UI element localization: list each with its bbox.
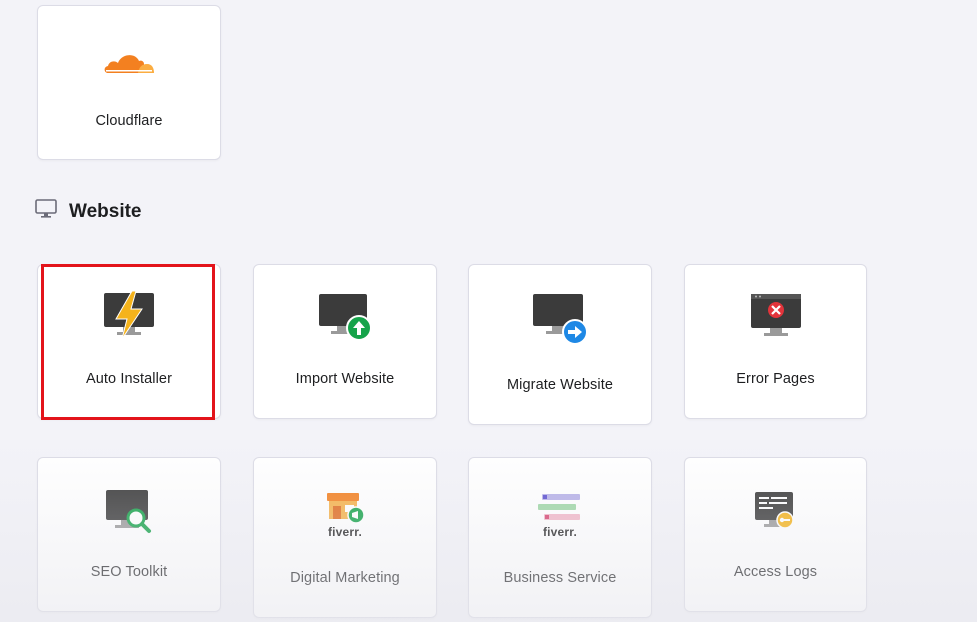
card-label: Auto Installer xyxy=(85,371,173,387)
digital-marketing-card[interactable]: fiverr. Digital Marketing xyxy=(253,457,437,618)
migrate-monitor-icon xyxy=(531,292,589,351)
access-logs-card[interactable]: Access Logs xyxy=(684,457,867,612)
card-label: Digital Marketing xyxy=(290,570,400,586)
card-label: Business Service xyxy=(503,570,617,586)
migrate-website-card[interactable]: Migrate Website xyxy=(468,264,652,425)
business-service-card[interactable]: fiverr. Business Service xyxy=(468,457,652,618)
cloudflare-icon xyxy=(102,46,156,81)
card-label: Migrate Website xyxy=(507,377,613,393)
auto-installer-card[interactable]: Auto Installer xyxy=(37,264,221,419)
website-section-header: Website xyxy=(35,199,142,224)
seo-toolkit-card[interactable]: SEO Toolkit xyxy=(37,457,221,612)
seo-monitor-icon xyxy=(104,488,154,541)
error-pages-card[interactable]: Error Pages xyxy=(684,264,867,419)
card-label: Cloudflare xyxy=(95,113,163,129)
cloudflare-card[interactable]: Cloudflare xyxy=(37,5,221,160)
import-website-card[interactable]: Import Website xyxy=(253,264,437,419)
import-monitor-icon xyxy=(317,292,373,347)
card-label: Error Pages xyxy=(736,371,815,387)
lightning-monitor-icon xyxy=(102,290,156,346)
error-monitor-icon xyxy=(750,292,802,347)
fiverr-brand-text: fiverr. xyxy=(542,525,578,539)
fiverr-brand-text: fiverr. xyxy=(327,525,363,539)
section-title: Website xyxy=(69,200,142,222)
card-label: Import Website xyxy=(295,371,395,387)
access-logs-icon xyxy=(753,490,799,539)
card-label: Access Logs xyxy=(733,564,818,580)
card-label: SEO Toolkit xyxy=(90,564,168,580)
monitor-icon xyxy=(35,199,57,224)
